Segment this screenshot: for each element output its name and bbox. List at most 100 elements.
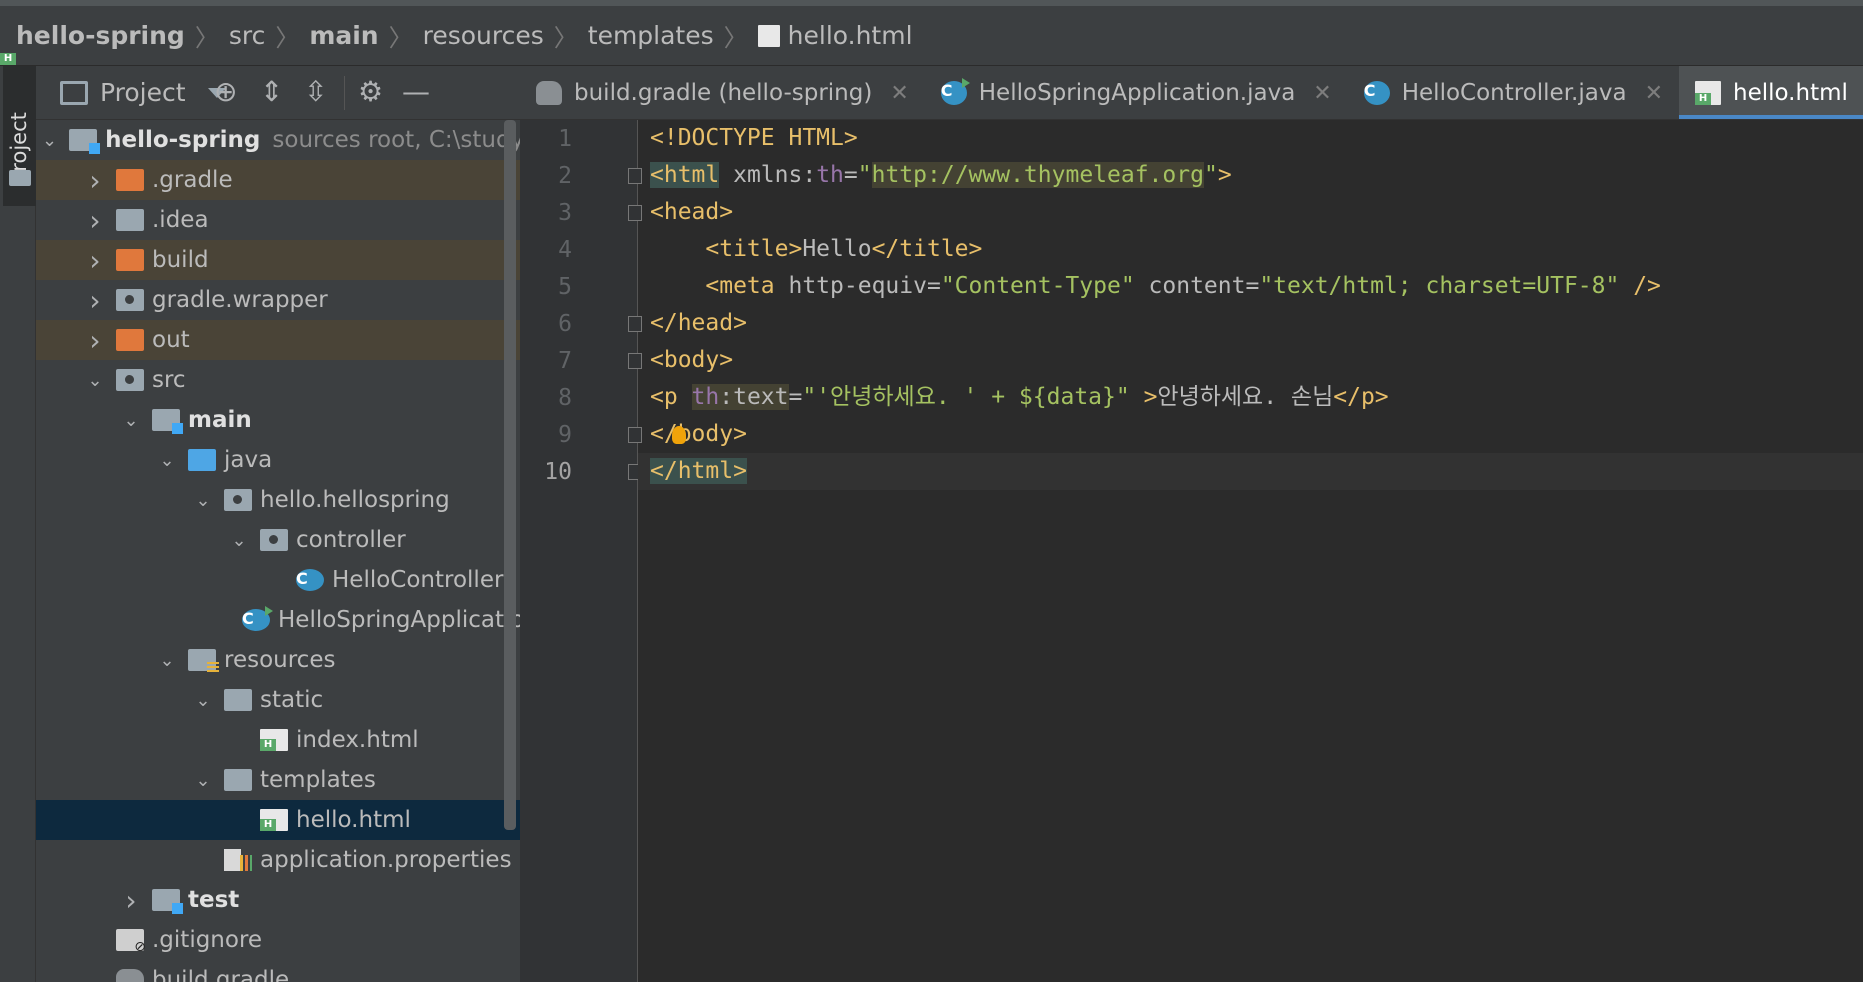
gitignore-file-icon xyxy=(116,929,146,955)
tree-row[interactable]: › gradle.wrapper xyxy=(36,280,520,320)
tree-row[interactable]: › build xyxy=(36,240,520,280)
close-icon[interactable]: ✕ xyxy=(890,81,908,106)
code-token: content= xyxy=(1134,273,1260,299)
code-token: "text/html; charset=UTF-8" xyxy=(1259,273,1620,299)
code-token: > xyxy=(1129,384,1158,410)
expanded-arrow-icon[interactable]: ⌄ xyxy=(194,770,212,791)
tree-row[interactable]: › .idea xyxy=(36,200,520,240)
html-file-icon xyxy=(1695,81,1721,105)
code-line: </body> xyxy=(650,416,747,453)
project-view-title[interactable]: Project xyxy=(100,78,186,107)
folder-icon xyxy=(9,170,31,186)
collapsed-arrow-icon[interactable]: › xyxy=(86,164,104,197)
breadcrumb-item[interactable]: resources xyxy=(423,21,544,50)
collapsed-arrow-icon[interactable]: › xyxy=(122,884,140,917)
breadcrumb-item[interactable]: templates xyxy=(588,21,714,50)
fold-marker-icon[interactable] xyxy=(628,427,642,443)
tree-item-label: test xyxy=(188,887,240,913)
code-line: <html xmlns:th="http://www.thymeleaf.org… xyxy=(650,157,1232,194)
fold-marker-icon[interactable] xyxy=(628,353,642,369)
tree-row[interactable]: ⌄ resources xyxy=(36,640,520,680)
hide-icon[interactable]: — xyxy=(402,76,430,108)
tree-row[interactable]: ⌄ hello-spring sources root, C:\study\h xyxy=(36,120,520,160)
gradle-icon xyxy=(536,81,562,105)
tree-row[interactable]: ⌄ java xyxy=(36,440,520,480)
tree-item-label: index.html xyxy=(296,727,419,753)
html-file-icon xyxy=(757,24,780,47)
code-token: Hello xyxy=(802,236,872,262)
code-token: http-equiv= xyxy=(774,273,941,299)
line-number: 10 xyxy=(544,459,572,485)
editor-tab[interactable]: hello.html✕ xyxy=(1679,66,1863,119)
tree-item-label: hello.hellospring xyxy=(260,487,450,513)
collapsed-arrow-icon[interactable]: › xyxy=(86,284,104,317)
tree-row[interactable]: ⌄ src xyxy=(36,360,520,400)
tree-item-label: hello-spring xyxy=(105,127,261,153)
intention-bulb-icon[interactable] xyxy=(672,426,686,444)
expanded-arrow-icon[interactable]: ⌄ xyxy=(122,410,140,431)
tree-row[interactable]: ⌄ static xyxy=(36,680,520,720)
tree-row[interactable]: application.properties xyxy=(36,840,520,880)
tree-row[interactable]: C HelloSpringApplication xyxy=(36,600,520,640)
tree-item-label: hello.html xyxy=(296,807,411,833)
gear-icon[interactable]: ⚙ xyxy=(358,76,383,108)
tree-row[interactable]: C HelloController xyxy=(36,560,520,600)
collapsed-arrow-icon[interactable]: › xyxy=(86,324,104,357)
java-class-icon: C xyxy=(1363,81,1390,105)
fold-marker-icon[interactable] xyxy=(628,168,642,184)
project-tool-tab[interactable]: Project xyxy=(0,66,36,206)
editor-tab[interactable]: C HelloSpringApplication.java ✕ xyxy=(925,66,1348,119)
breadcrumb-separator: 〉 xyxy=(194,24,219,52)
source-root-folder-icon xyxy=(188,449,216,471)
expanded-arrow-icon[interactable]: ⌄ xyxy=(158,650,176,671)
collapse-all-icon[interactable]: ⇳ xyxy=(304,76,327,108)
breadcrumb: hello-spring 〉 src 〉 main 〉 resources 〉 template… xyxy=(0,0,1863,66)
tree-row[interactable]: › test xyxy=(36,880,520,920)
tree-row[interactable]: hello.html xyxy=(36,800,520,840)
code-editor[interactable]: 1 2 3 4 5 6 7 8 9 10 <!DOCTYPE HTML> <html xmlns:t… xyxy=(520,120,1863,982)
editor-tab[interactable]: build.gradle (hello-spring) ✕ xyxy=(520,66,925,119)
line-number: 9 xyxy=(558,422,572,448)
line-number: 2 xyxy=(558,163,572,189)
breadcrumb-item[interactable]: src xyxy=(229,21,266,50)
fold-marker-icon[interactable] xyxy=(628,316,642,332)
html-file-icon xyxy=(260,729,288,751)
close-icon[interactable]: ✕ xyxy=(1313,81,1331,106)
expand-all-icon[interactable]: ⇕ xyxy=(260,76,283,108)
project-view-icon xyxy=(60,80,88,105)
excluded-folder-icon xyxy=(116,169,144,191)
project-tree-scrollbar[interactable] xyxy=(504,120,516,830)
tree-row[interactable]: build.gradle xyxy=(36,960,520,982)
tree-row[interactable]: › out xyxy=(36,320,520,360)
tree-row[interactable]: ⌄ templates xyxy=(36,760,520,800)
breadcrumb-item[interactable]: main xyxy=(309,21,378,50)
collapsed-arrow-icon[interactable]: › xyxy=(86,244,104,277)
resources-folder-icon xyxy=(188,649,219,674)
expanded-arrow-icon[interactable]: ⌄ xyxy=(42,130,57,151)
close-icon[interactable]: ✕ xyxy=(1645,81,1663,106)
expanded-arrow-icon[interactable]: ⌄ xyxy=(230,530,248,551)
tree-row[interactable]: index.html xyxy=(36,720,520,760)
project-panel: Project ⊕ ⇕ ⇳ ⚙ — ⌄ hello-spring sources r… xyxy=(36,66,520,982)
expanded-arrow-icon[interactable]: ⌄ xyxy=(158,450,176,471)
code-line: <p th:text="'안녕하세요. ' + ${data}" >안녕하세요.… xyxy=(650,379,1389,416)
tree-row[interactable]: ⌄ hello.hellospring xyxy=(36,480,520,520)
locate-icon[interactable]: ⊕ xyxy=(214,76,237,108)
editor-tab-label: hello.html xyxy=(1733,80,1848,106)
tree-item-label: .gitignore xyxy=(152,927,263,953)
expanded-arrow-icon[interactable]: ⌄ xyxy=(86,370,104,391)
fold-marker-icon[interactable] xyxy=(628,205,642,221)
breadcrumb-item[interactable]: hello-spring xyxy=(16,21,185,50)
tree-row[interactable]: ⌄ main xyxy=(36,400,520,440)
tree-item-label: HelloController xyxy=(332,567,504,593)
collapsed-arrow-icon[interactable]: › xyxy=(86,204,104,237)
code-line: <title>Hello</title> xyxy=(650,231,982,268)
tree-row[interactable]: ⌄ controller xyxy=(36,520,520,560)
code-token: " xyxy=(1203,162,1218,188)
expanded-arrow-icon[interactable]: ⌄ xyxy=(194,490,212,511)
breadcrumb-item[interactable]: hello.html xyxy=(788,21,913,50)
tree-row[interactable]: .gitignore xyxy=(36,920,520,960)
expanded-arrow-icon[interactable]: ⌄ xyxy=(194,690,212,711)
editor-tab[interactable]: C HelloController.java ✕ xyxy=(1348,66,1679,119)
tree-row[interactable]: › .gradle xyxy=(36,160,520,200)
